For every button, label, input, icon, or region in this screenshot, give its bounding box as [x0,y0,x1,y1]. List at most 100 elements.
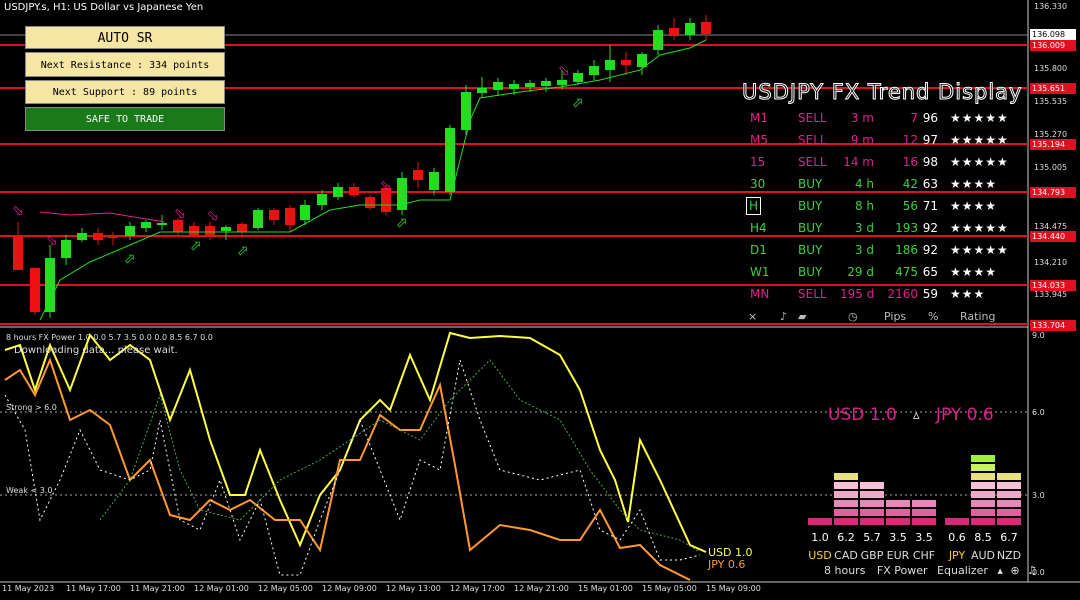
timeframe-label[interactable]: D1 [750,240,767,260]
currency-power-value: 5.7 [863,531,881,544]
equalizer-label[interactable]: Equalizer [937,564,988,577]
currency-power-value: 3.5 [915,531,933,544]
signal-label: BUY [798,177,823,191]
trend-row[interactable]: W1 BUY 29 d 475 65 ★★★★ [740,262,1030,282]
trend-row[interactable]: M1 SELL 3 m 7 96 ★★★★★ [740,108,1030,128]
candle [61,235,71,265]
delta-icon: ▵ [913,408,920,423]
timeframe-label[interactable]: M5 [750,130,768,150]
candle [300,200,310,225]
next-resistance-label: Next Resistance : 334 points [25,52,225,77]
trend-row[interactable]: H4 BUY 3 d 193 92 ★★★★★ [740,218,1030,238]
equalizer-bar-segment [834,473,858,480]
candle [461,85,471,135]
trend-row[interactable]: 30 BUY 4 h 42 63 ★★★★ [740,174,1030,194]
equalizer-bar-segment [860,491,884,498]
trend-row[interactable]: D1 BUY 3 d 186 92 ★★★★★ [740,240,1030,260]
music-icon[interactable]: ♫ [1027,564,1037,577]
currency-code[interactable]: EUR [885,549,911,562]
time-axis-label: 11 May 17:00 [66,584,121,593]
rating-stars: ★★★★ [950,199,998,213]
equalizer-bar-segment [860,509,884,516]
indicator-header: 8 hours FX Power 1.0 0.0 5.7 3.5 0.0 0.0… [6,333,213,342]
candle [493,78,503,96]
signal-label: BUY [798,199,823,213]
time-axis-label: 15 May 05:00 [642,584,697,593]
candle [108,232,118,245]
equalizer-bar-segment [997,500,1021,507]
signal-label: SELL [798,155,827,169]
power-period[interactable]: 8 hours [824,564,865,577]
price-axis-label: 133.945 [1034,290,1068,299]
candle [589,60,599,80]
rating-stars: ★★★★★ [950,243,1009,257]
equalizer-bar-segment [971,509,995,516]
currency-code[interactable]: GBP [859,549,885,562]
equalizer-bar-segment [971,464,995,471]
currency-code[interactable]: CHF [911,549,937,562]
equalizer-bar-segment [860,482,884,489]
buy-arrow-icon: ⬀ [124,251,136,267]
timeframe-label[interactable]: M1 [750,108,768,128]
percent-value: 97 [922,133,938,147]
timeframe-label[interactable]: 30 [750,174,765,194]
sell-arrow-icon: ⬂ [12,203,24,219]
buy-arrow-icon: ⬀ [237,243,249,259]
timeframe-label[interactable]: MN [750,284,769,304]
timeframe-label[interactable]: 15 [750,152,765,172]
trend-row[interactable]: MN SELL 195 d 2160 59 ★★★ [740,284,1030,304]
timeframe-label[interactable]: W1 [750,262,770,282]
wave-icon[interactable]: ▰ [798,310,806,323]
trend-display-title: USDJPY FX Trend Display [741,80,1023,105]
timeframe-label[interactable]: H4 [750,218,767,238]
currency-code[interactable]: NZD [996,549,1022,562]
time-axis-label: 12 May 21:00 [514,584,569,593]
pips-value: 193 [895,221,918,235]
duration-label: 195 d [840,287,875,301]
up-arrow-icon[interactable]: ▴ [997,564,1003,577]
price-axis-label: 135.005 [1034,163,1068,172]
equalizer-bar-segment [997,518,1021,525]
duration-label: 4 h [854,177,874,191]
pips-value: 12 [902,133,918,147]
duration-label: 9 m [850,133,874,147]
pips-value: 475 [895,265,918,279]
equalizer-bar-segment [912,518,936,525]
candle [541,78,551,92]
duration-label: 8 h [854,199,874,213]
sr-price-tag: 135.651 [1030,83,1076,94]
trend-row[interactable]: 15 SELL 14 m 16 98 ★★★★★ [740,152,1030,172]
trend-row[interactable]: H BUY 8 h 56 71 ★★★★ [740,196,1030,216]
currency-code[interactable]: CAD [833,549,859,562]
other-currency-dotted-line [4,359,701,576]
sell-arrow-icon: ⬂ [46,233,58,249]
candle [205,222,215,240]
trade-status-badge: SAFE TO TRADE [25,107,225,131]
percent-header: % [928,310,939,323]
settings-icon[interactable]: ⊕ [1010,564,1019,577]
currency-code[interactable]: AUD [970,549,996,562]
currency-code[interactable]: JPY [944,549,970,562]
ind-axis-9: 9.0 [1032,331,1045,340]
percent-value: 92 [922,243,938,257]
signal-label: SELL [798,133,827,147]
duration-label: 14 m [843,155,874,169]
jpy-power-value: JPY 0.6 [936,405,994,425]
equalizer-bar-segment [912,500,936,507]
time-axis-label: 12 May 17:00 [450,584,505,593]
green-dotted-line [99,359,701,553]
signal-label: BUY [798,243,823,257]
auto-sr-title[interactable]: AUTO SR [25,26,225,49]
close-icon[interactable]: × [748,310,757,323]
candle [621,52,631,75]
trend-row[interactable]: M5 SELL 9 m 12 97 ★★★★★ [740,130,1030,150]
candle [93,228,103,245]
currency-power-value: 6.7 [1000,531,1018,544]
currency-code[interactable]: USD [807,549,833,562]
candle [637,52,647,75]
equalizer-bar-segment [971,491,995,498]
equalizer-bar-segment [808,518,832,525]
next-support-label: Next Support : 89 points [25,80,225,104]
timeframe-label[interactable]: H [746,197,762,215]
sound-icon[interactable]: ♪ [780,310,787,323]
